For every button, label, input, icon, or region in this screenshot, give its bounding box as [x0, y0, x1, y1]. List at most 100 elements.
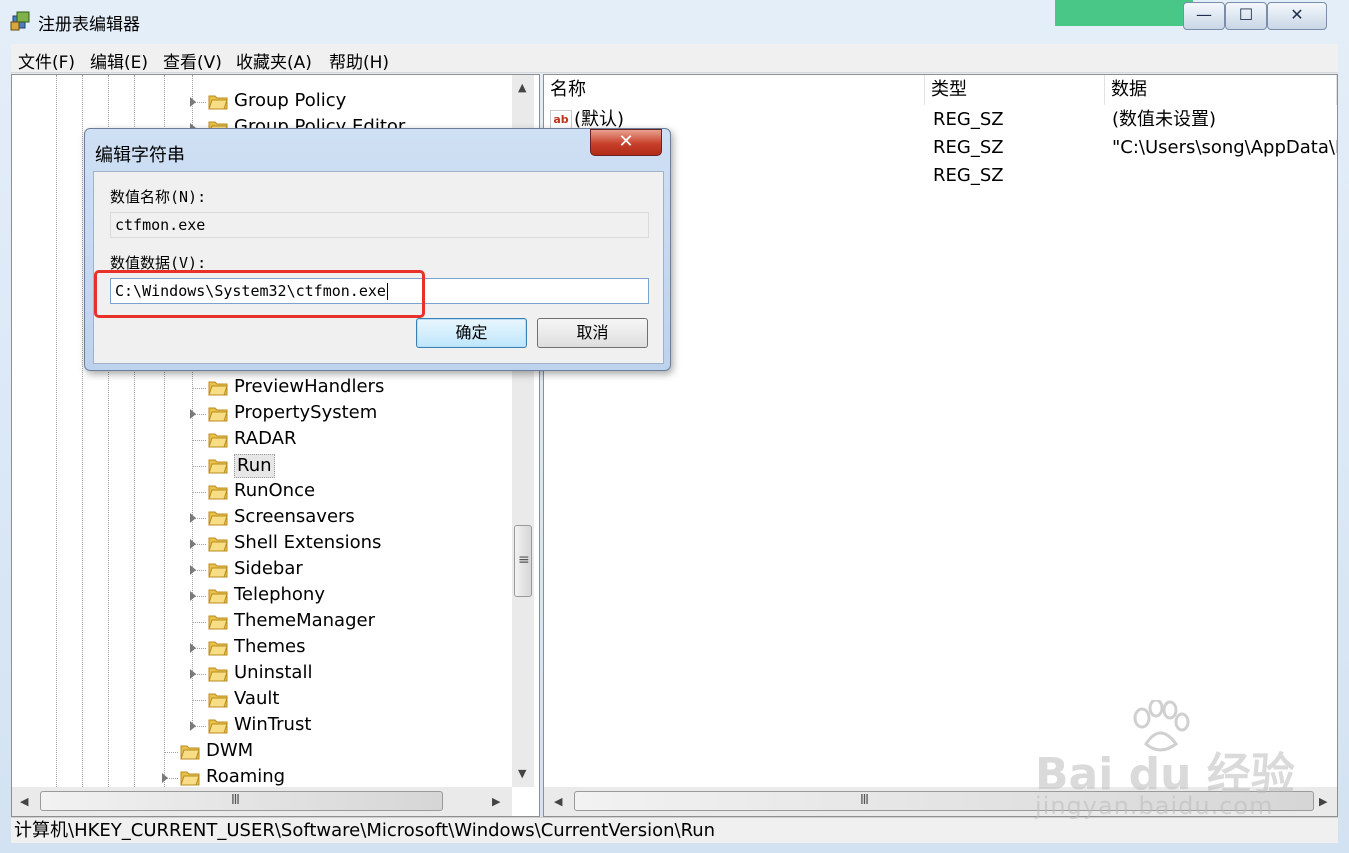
- watermark-url: jingyan.baidu.com: [1035, 792, 1274, 820]
- menu-help[interactable]: 帮助(H): [329, 48, 389, 73]
- minimize-button[interactable]: —: [1183, 2, 1225, 30]
- scroll-left-arrow-icon[interactable]: ◀: [20, 795, 28, 808]
- baidu-jingyan-watermark: Bai du 经验 jingyan.baidu.com: [1035, 700, 1295, 830]
- tree-node[interactable]: WinTrust: [184, 713, 504, 739]
- value-type: REG_SZ: [933, 137, 1004, 158]
- tree-vertical-scroll-thumb[interactable]: ≡: [514, 525, 532, 597]
- tree-node-label: PreviewHandlers: [234, 376, 385, 397]
- tree-node-label: Run: [234, 454, 275, 478]
- expand-arrow-icon[interactable]: [190, 565, 196, 575]
- folder-icon: [208, 719, 228, 734]
- tree-node-label: Themes: [234, 636, 306, 657]
- thumb-grip-icon: ≡: [518, 552, 530, 568]
- expand-arrow-icon[interactable]: [190, 409, 196, 419]
- tree-node[interactable]: RunOnce: [184, 479, 504, 505]
- folder-icon: [208, 589, 228, 604]
- cancel-button[interactable]: 取消: [537, 318, 648, 348]
- tree-node[interactable]: Telephony: [184, 583, 504, 609]
- maximize-button[interactable]: ☐: [1225, 2, 1267, 30]
- menu-file[interactable]: 文件(F): [18, 48, 75, 73]
- column-header-data[interactable]: 数据: [1105, 75, 1337, 105]
- close-button[interactable]: ✕: [1267, 2, 1327, 30]
- tree-guide: [192, 466, 206, 467]
- menu-bar: 文件(F) 编辑(E) 查看(V) 收藏夹(A) 帮助(H): [11, 44, 1338, 73]
- scroll-up-arrow-icon[interactable]: ▲: [518, 81, 526, 94]
- folder-icon: [208, 641, 228, 656]
- tree-node[interactable]: PropertySystem: [184, 401, 504, 427]
- tree-horizontal-scroll-thumb[interactable]: Ⅲ: [40, 791, 443, 811]
- highlight-annotation-box: [94, 270, 425, 318]
- tree-horizontal-scrollbar[interactable]: ◀ Ⅲ ▶: [12, 787, 512, 816]
- tree-node-label: Vault: [234, 688, 280, 709]
- expand-arrow-icon[interactable]: [190, 591, 196, 601]
- tree-node-label: PropertySystem: [234, 402, 378, 423]
- tree-guide: [192, 622, 206, 623]
- ok-button[interactable]: 确定: [416, 318, 527, 348]
- scroll-right-arrow-icon[interactable]: ▶: [492, 795, 500, 808]
- scroll-down-arrow-icon[interactable]: ▼: [518, 767, 526, 780]
- tree-node-label: Telephony: [234, 584, 325, 605]
- folder-icon: [208, 563, 228, 578]
- folder-icon: [208, 511, 228, 526]
- tree-node-label: RunOnce: [234, 480, 316, 501]
- background-ad-banner: [1055, 0, 1193, 26]
- value-type: REG_SZ: [933, 165, 1004, 186]
- dialog-body: 数值名称(N): ctfmon.exe 数值数据(V): C:\Windows\…: [93, 171, 664, 364]
- folder-icon: [180, 745, 200, 760]
- dialog-close-button[interactable]: ✕: [590, 129, 662, 156]
- edit-string-dialog: 编辑字符串 ✕ 数值名称(N): ctfmon.exe 数值数据(V): C:\…: [84, 128, 671, 371]
- folder-icon: [208, 667, 228, 682]
- value-type: REG_SZ: [933, 109, 1004, 130]
- tree-node[interactable]: Run: [184, 453, 504, 479]
- value-data: "C:\Users\song\AppData\R: [1112, 137, 1338, 158]
- title-bar[interactable]: 注册表编辑器 — ☐ ✕: [0, 0, 1349, 40]
- scroll-left-arrow-icon[interactable]: ◀: [554, 795, 562, 808]
- tree-node[interactable]: Group Policy: [184, 89, 504, 115]
- tree-node-label: RADAR: [234, 428, 297, 449]
- tree-node[interactable]: Themes: [184, 635, 504, 661]
- folder-icon: [180, 771, 200, 786]
- background-tab: [190, 0, 360, 22]
- folder-icon: [208, 459, 228, 474]
- tree-node-label: DWM: [206, 740, 254, 761]
- tree-node[interactable]: Sidebar: [184, 557, 504, 583]
- expand-arrow-icon[interactable]: [190, 721, 196, 731]
- expand-arrow-icon[interactable]: [190, 513, 196, 523]
- tree-node-label: Shell Extensions: [234, 532, 382, 553]
- tree-node[interactable]: Uninstall: [184, 661, 504, 687]
- expand-arrow-icon[interactable]: [190, 669, 196, 679]
- close-icon: ✕: [618, 131, 634, 152]
- tree-node[interactable]: ThemeManager: [184, 609, 504, 635]
- folder-icon: [208, 485, 228, 500]
- tree-guide: [192, 492, 206, 493]
- registry-editor-window: 注册表编辑器 — ☐ ✕ 文件(F) 编辑(E) 查看(V) 收藏夹(A) 帮助…: [0, 0, 1349, 853]
- tree-node[interactable]: RADAR: [184, 427, 504, 453]
- thumb-grip-icon: Ⅲ: [860, 793, 869, 808]
- expand-arrow-icon[interactable]: [190, 97, 196, 107]
- expand-arrow-icon[interactable]: [190, 643, 196, 653]
- tree-node[interactable]: Vault: [184, 687, 504, 713]
- tree-guide: [192, 700, 206, 701]
- scroll-right-arrow-icon[interactable]: ▶: [1319, 795, 1327, 808]
- column-header-type[interactable]: 类型: [925, 75, 1105, 105]
- menu-view[interactable]: 查看(V): [163, 48, 222, 73]
- column-header-name[interactable]: 名称: [544, 75, 925, 105]
- tree-node-label: Roaming: [206, 766, 286, 787]
- tree-node-label: ThemeManager: [234, 610, 375, 631]
- expand-arrow-icon[interactable]: [162, 773, 168, 783]
- tree-node[interactable]: PreviewHandlers: [184, 375, 504, 401]
- tree-node[interactable]: Shell Extensions: [184, 531, 504, 557]
- expand-arrow-icon[interactable]: [190, 539, 196, 549]
- tree-node[interactable]: DWM: [156, 739, 476, 765]
- thumb-grip-icon: Ⅲ: [231, 793, 240, 808]
- tree-guide: [82, 75, 83, 787]
- tree-guide: [192, 388, 206, 389]
- menu-edit[interactable]: 编辑(E): [90, 48, 148, 73]
- tree-node[interactable]: Screensavers: [184, 505, 504, 531]
- dialog-title: 编辑字符串: [95, 145, 185, 166]
- value-name-label: 数值名称(N):: [110, 188, 207, 206]
- tree-guide: [192, 440, 206, 441]
- tree-node-label: Group Policy: [234, 90, 347, 111]
- tree-node-label: Screensavers: [234, 506, 355, 527]
- menu-favorites[interactable]: 收藏夹(A): [236, 48, 312, 73]
